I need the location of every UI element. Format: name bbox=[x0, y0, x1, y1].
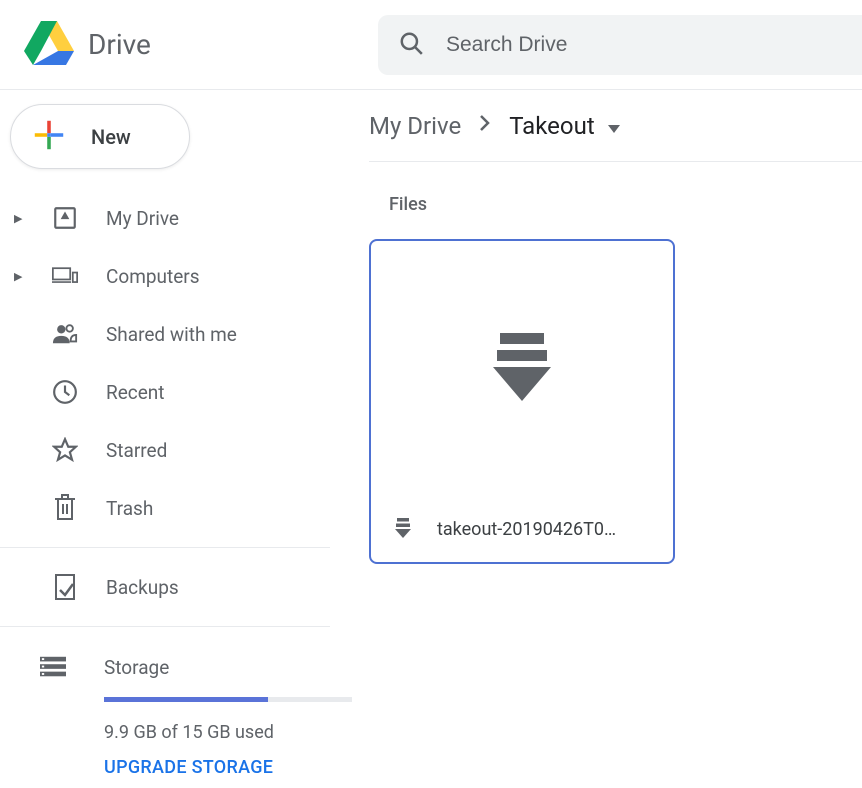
storage-block: Storage 9.9 GB of 15 GB used UPGRADE STO… bbox=[0, 637, 355, 778]
breadcrumb: My Drive Takeout bbox=[369, 90, 862, 162]
search-icon bbox=[398, 30, 424, 60]
sidebar-item-label: Starred bbox=[106, 439, 167, 462]
chevron-right-icon: ▶ bbox=[14, 212, 24, 225]
sidebar-item-shared[interactable]: Shared with me bbox=[0, 305, 355, 363]
storage-usage-text: 9.9 GB of 15 GB used bbox=[104, 722, 355, 743]
storage-label: Storage bbox=[104, 656, 169, 679]
search-bar[interactable] bbox=[378, 15, 862, 75]
divider bbox=[0, 547, 330, 548]
file-name: takeout-20190426T0… bbox=[437, 519, 616, 540]
section-label-files: Files bbox=[389, 194, 862, 215]
archive-small-icon bbox=[395, 518, 411, 542]
sidebar-item-label: Trash bbox=[106, 497, 153, 520]
storage-bar bbox=[104, 697, 352, 702]
shared-icon bbox=[52, 321, 78, 347]
app-title: Drive bbox=[88, 28, 151, 61]
search-input[interactable] bbox=[446, 33, 842, 57]
file-card[interactable]: takeout-20190426T0… bbox=[369, 239, 675, 564]
computers-icon bbox=[52, 263, 78, 289]
breadcrumb-root[interactable]: My Drive bbox=[369, 112, 461, 140]
file-grid: takeout-20190426T0… bbox=[369, 239, 862, 564]
logo-area: Drive bbox=[0, 21, 378, 69]
sidebar-item-my-drive[interactable]: ▶ My Drive bbox=[0, 189, 355, 247]
sidebar-item-label: My Drive bbox=[106, 207, 179, 230]
file-thumbnail bbox=[371, 241, 673, 497]
sidebar-item-label: Backups bbox=[106, 576, 179, 599]
sidebar-item-computers[interactable]: ▶ Computers bbox=[0, 247, 355, 305]
storage-icon bbox=[40, 656, 66, 678]
new-button-label: New bbox=[91, 125, 131, 149]
breadcrumb-current[interactable]: Takeout bbox=[509, 112, 620, 140]
sidebar-item-backups[interactable]: Backups bbox=[0, 558, 355, 616]
header: Drive bbox=[0, 0, 862, 90]
upgrade-storage-link[interactable]: UPGRADE STORAGE bbox=[104, 757, 355, 778]
file-footer: takeout-20190426T0… bbox=[371, 497, 673, 562]
backups-icon bbox=[52, 573, 78, 601]
chevron-right-icon bbox=[479, 114, 491, 137]
sidebar-item-recent[interactable]: Recent bbox=[0, 363, 355, 421]
sidebar: New ▶ My Drive ▶ Computers bbox=[0, 90, 355, 788]
sidebar-item-trash[interactable]: Trash bbox=[0, 479, 355, 537]
archive-icon bbox=[493, 333, 551, 405]
recent-icon bbox=[52, 379, 78, 405]
sidebar-item-starred[interactable]: Starred bbox=[0, 421, 355, 479]
trash-icon bbox=[52, 494, 78, 522]
chevron-right-icon: ▶ bbox=[14, 270, 24, 283]
star-icon bbox=[52, 437, 78, 463]
my-drive-icon bbox=[52, 205, 78, 231]
plus-icon bbox=[33, 119, 65, 155]
sidebar-item-label: Recent bbox=[106, 381, 165, 404]
drive-logo-icon bbox=[24, 21, 74, 69]
storage-bar-fill bbox=[104, 697, 268, 702]
divider bbox=[0, 626, 330, 627]
sidebar-item-storage[interactable]: Storage bbox=[40, 637, 355, 697]
dropdown-arrow-icon bbox=[607, 124, 621, 134]
sidebar-item-label: Computers bbox=[106, 265, 200, 288]
breadcrumb-current-label: Takeout bbox=[509, 112, 594, 140]
sidebar-item-label: Shared with me bbox=[106, 323, 237, 346]
main: My Drive Takeout Files bbox=[355, 90, 862, 788]
new-button[interactable]: New bbox=[10, 104, 190, 169]
